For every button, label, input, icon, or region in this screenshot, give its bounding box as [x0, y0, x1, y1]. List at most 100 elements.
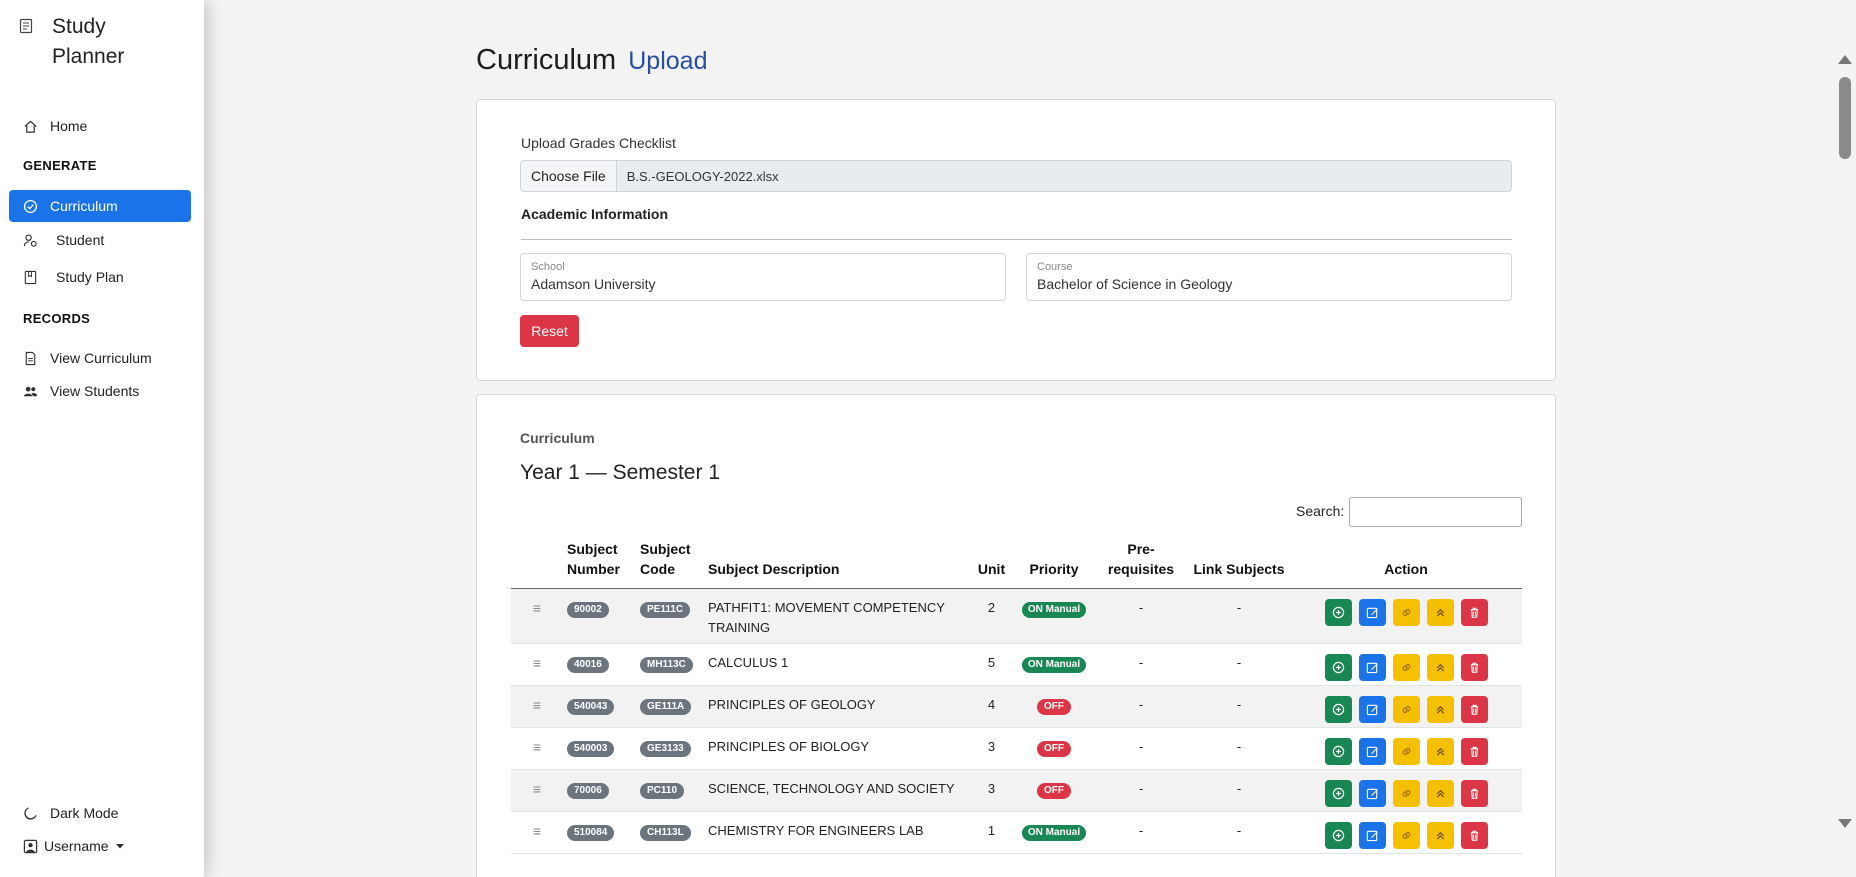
- link-subjects-cell: -: [1188, 588, 1290, 644]
- scroll-up-arrow[interactable]: [1838, 55, 1852, 64]
- prioritize-button[interactable]: [1426, 780, 1454, 807]
- plus-circle-icon: [1332, 661, 1344, 674]
- delete-button[interactable]: [1460, 599, 1488, 626]
- nav-home[interactable]: Home: [9, 110, 191, 142]
- drag-handle-icon[interactable]: ≡: [511, 685, 563, 728]
- priority-badge[interactable]: OFF: [1037, 783, 1071, 799]
- prioritize-button[interactable]: [1426, 599, 1454, 626]
- table-row: ≡ 90002 PE111C PATHFIT1: MOVEMENT COMPET…: [511, 588, 1522, 644]
- course-field[interactable]: Course Bachelor of Science in Geology: [1026, 253, 1512, 301]
- edit-icon: [1366, 788, 1378, 800]
- header-subject-description[interactable]: Subject Description: [704, 535, 969, 589]
- drag-handle-icon[interactable]: ≡: [511, 727, 563, 770]
- chevrons-up-icon: [1436, 608, 1444, 617]
- nav-view-students[interactable]: View Students: [9, 375, 191, 407]
- trash-icon: [1470, 746, 1478, 757]
- header-prerequisites[interactable]: Pre-requisites: [1094, 535, 1188, 589]
- priority-badge[interactable]: ON Manual: [1021, 825, 1087, 841]
- link-button[interactable]: [1392, 822, 1420, 849]
- delete-button[interactable]: [1460, 738, 1488, 765]
- edit-button[interactable]: [1358, 599, 1386, 626]
- drag-handle-icon[interactable]: ≡: [511, 588, 563, 644]
- chevrons-up-icon: [1436, 705, 1444, 714]
- link-icon: [1402, 790, 1410, 797]
- priority-badge[interactable]: OFF: [1037, 699, 1071, 715]
- row-actions: [1294, 696, 1518, 723]
- planner-logo-icon: [19, 18, 33, 34]
- prioritize-button[interactable]: [1426, 822, 1454, 849]
- choose-file-button[interactable]: Choose File: [521, 161, 617, 191]
- drag-handle-icon[interactable]: ≡: [511, 643, 563, 686]
- chevrons-up-icon: [1436, 831, 1444, 840]
- edit-button[interactable]: [1358, 696, 1386, 723]
- link-subjects-cell: -: [1188, 685, 1290, 728]
- edit-icon: [1366, 662, 1378, 674]
- add-button[interactable]: [1324, 654, 1352, 681]
- nav-student[interactable]: Student: [9, 224, 191, 256]
- drag-handle-icon[interactable]: ≡: [511, 811, 563, 854]
- link-button[interactable]: [1392, 738, 1420, 765]
- user-menu[interactable]: Username: [9, 830, 191, 862]
- delete-button[interactable]: [1460, 654, 1488, 681]
- header-subject-number[interactable]: Subject Number: [563, 535, 636, 589]
- header-unit[interactable]: Unit: [969, 535, 1014, 589]
- file-text-icon: [25, 351, 36, 365]
- plus-circle-icon: [1332, 787, 1344, 800]
- edit-button[interactable]: [1358, 822, 1386, 849]
- add-button[interactable]: [1324, 599, 1352, 626]
- add-button[interactable]: [1324, 822, 1352, 849]
- edit-button[interactable]: [1358, 780, 1386, 807]
- academic-info-heading: Academic Information: [521, 206, 669, 222]
- add-button[interactable]: [1324, 780, 1352, 807]
- drag-handle-icon[interactable]: ≡: [511, 769, 563, 812]
- delete-button[interactable]: [1460, 696, 1488, 723]
- reset-button[interactable]: Reset: [520, 315, 579, 347]
- row-actions: [1294, 780, 1518, 807]
- edit-button[interactable]: [1358, 654, 1386, 681]
- subject-description: PRINCIPLES OF BIOLOGY: [704, 727, 969, 770]
- trash-icon: [1470, 788, 1478, 799]
- priority-badge[interactable]: OFF: [1037, 741, 1071, 757]
- edit-icon: [1366, 607, 1378, 619]
- priority-badge[interactable]: ON Manual: [1021, 657, 1087, 673]
- chevrons-up-icon: [1436, 747, 1444, 756]
- search-input[interactable]: [1349, 497, 1522, 527]
- subject-number-badge: 40016: [567, 657, 609, 673]
- link-button[interactable]: [1392, 599, 1420, 626]
- home-icon: [24, 120, 37, 133]
- delete-button[interactable]: [1460, 780, 1488, 807]
- scroll-thumb[interactable]: [1839, 77, 1851, 159]
- subject-number-badge: 540043: [567, 699, 615, 715]
- brand[interactable]: Study Planner: [18, 12, 162, 72]
- scroll-down-arrow[interactable]: [1838, 819, 1852, 828]
- link-button[interactable]: [1392, 780, 1420, 807]
- priority-badge[interactable]: ON Manual: [1021, 602, 1087, 618]
- header-link-subjects[interactable]: Link Subjects: [1188, 535, 1290, 589]
- nav-curriculum[interactable]: Curriculum: [9, 190, 191, 222]
- row-actions: [1294, 599, 1518, 626]
- course-field-label: Course: [1037, 261, 1073, 273]
- prioritize-button[interactable]: [1426, 654, 1454, 681]
- dark-mode-toggle[interactable]: Dark Mode: [9, 797, 191, 829]
- prioritize-button[interactable]: [1426, 696, 1454, 723]
- edit-button[interactable]: [1358, 738, 1386, 765]
- add-button[interactable]: [1324, 738, 1352, 765]
- header-subject-code[interactable]: Subject Code: [636, 535, 704, 589]
- page-scrollbar[interactable]: [1834, 45, 1856, 845]
- link-button[interactable]: [1392, 696, 1420, 723]
- prioritize-button[interactable]: [1426, 738, 1454, 765]
- upload-card: Upload Grades Checklist Choose File B.S.…: [476, 99, 1556, 381]
- moon-icon: [24, 806, 37, 820]
- file-input[interactable]: Choose File B.S.-GEOLOGY-2022.xlsx: [520, 160, 1512, 192]
- nav-study-plan[interactable]: Study Plan: [9, 261, 191, 293]
- nav-view-curriculum[interactable]: View Curriculum: [9, 342, 191, 374]
- edit-icon: [1366, 746, 1378, 758]
- add-button[interactable]: [1324, 696, 1352, 723]
- trash-icon: [1470, 830, 1478, 841]
- link-button[interactable]: [1392, 654, 1420, 681]
- delete-button[interactable]: [1460, 822, 1488, 849]
- school-field[interactable]: School Adamson University: [520, 253, 1006, 301]
- brand-name: Study Planner: [52, 15, 125, 68]
- link-icon: [1402, 706, 1410, 713]
- header-priority[interactable]: Priority: [1014, 535, 1094, 589]
